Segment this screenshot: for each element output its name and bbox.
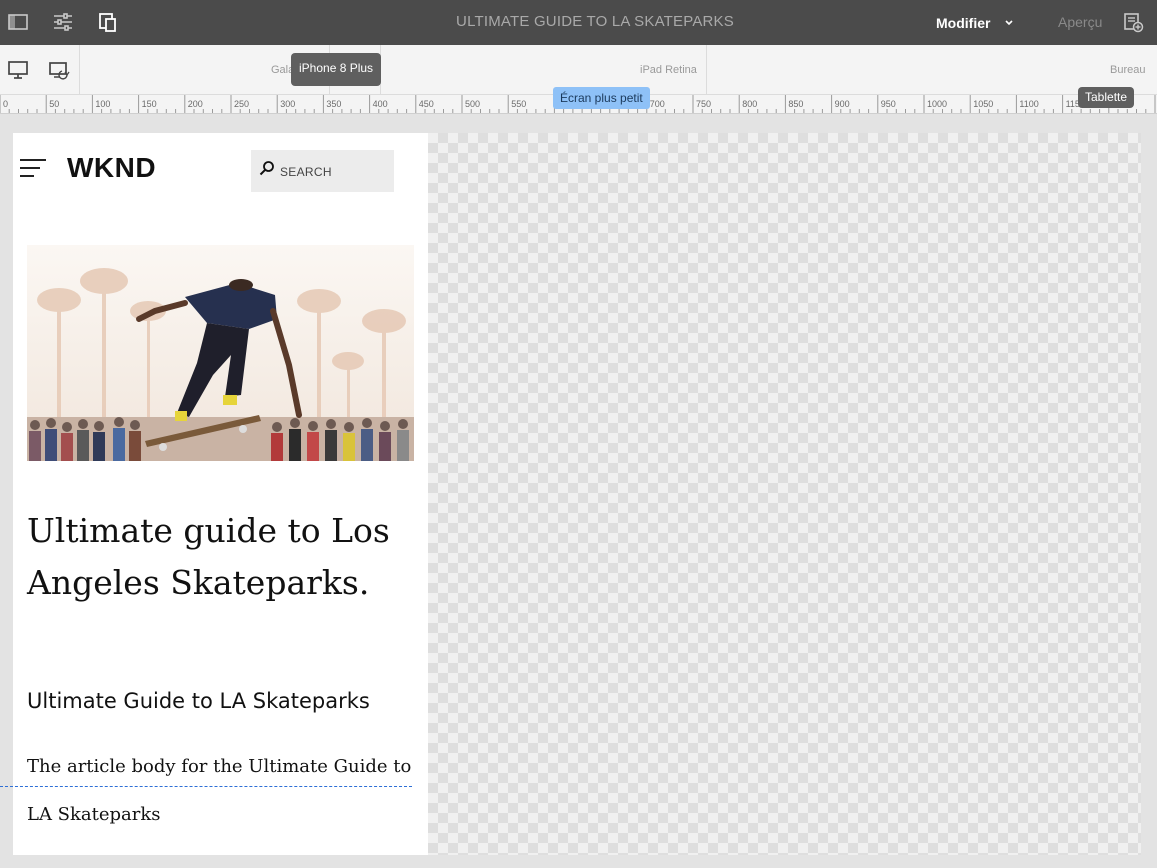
ruler-tick-label: 750 (696, 99, 711, 109)
ruler-tick-label: 50 (49, 99, 59, 109)
preview-button[interactable]: Aperçu (1058, 14, 1102, 30)
breakpoint-tablet-marker[interactable]: Tablette (1078, 87, 1135, 108)
hamburger-menu-icon[interactable] (20, 159, 48, 179)
ruler-tick-label: 0 (3, 99, 8, 109)
ruler-tick-label: 100 (95, 99, 110, 109)
ruler-tick-label: 450 (419, 99, 434, 109)
page-info-icon[interactable] (1122, 11, 1144, 33)
desktop-icon[interactable] (7, 59, 29, 81)
device-ipad-label[interactable]: iPad Retina (640, 64, 697, 76)
ruler-tick-label: 550 (511, 99, 526, 109)
article-title: Ultimate guide to Los Angeles Skateparks… (27, 511, 390, 602)
ruler-tick-label: 850 (788, 99, 803, 109)
mode-label: Modifier (936, 15, 991, 31)
ruler-tick-label: 1050 (973, 99, 993, 109)
component-drop-indicator (0, 786, 412, 787)
search-placeholder: SEARCH (280, 165, 332, 179)
ruler-tick-label: 350 (326, 99, 341, 109)
page-title: ULTIMATE GUIDE TO LA SKATEPARKS (456, 13, 734, 30)
device-rotate-icon[interactable] (48, 59, 70, 81)
ruler-tick-label: 1100 (1019, 99, 1038, 109)
emulated-page: WKND SEARCH Ultimate guide to Los Angele… (13, 133, 428, 855)
ruler-tick-label: 950 (881, 99, 896, 109)
ruler-tick-label: 500 (465, 99, 480, 109)
separator (79, 45, 80, 95)
ruler-tick-label: 300 (280, 99, 295, 109)
breakpoint-small-screen-marker[interactable]: Écran plus petit (553, 87, 650, 109)
mode-selector[interactable]: Modifier (936, 13, 1014, 33)
article-subtitle: Ultimate Guide to LA Skateparks (27, 689, 370, 713)
empty-canvas-area (428, 133, 1141, 855)
search-icon (259, 161, 274, 176)
ruler-tick-label: 200 (188, 99, 203, 109)
ruler-tick-label: 250 (234, 99, 249, 109)
site-logo[interactable]: WKND (67, 152, 156, 184)
properties-sliders-icon[interactable] (52, 11, 74, 33)
emulator-icon[interactable] (97, 11, 119, 33)
separator (706, 45, 707, 95)
ruler-tick-label: 900 (835, 99, 850, 109)
ruler-tick-label: 150 (142, 99, 157, 109)
hero-image (27, 245, 414, 461)
ruler-tick-label: 1000 (927, 99, 947, 109)
ruler-tick-label: 400 (373, 99, 388, 109)
search-input[interactable]: SEARCH (251, 150, 394, 192)
ruler-tick-label: 700 (650, 99, 665, 109)
device-iphone-tooltip[interactable]: iPhone 8 Plus (291, 53, 382, 86)
device-desktop-label[interactable]: Bureau (1110, 64, 1145, 76)
ruler-tick-label: 800 (742, 99, 757, 109)
side-panel-icon[interactable] (7, 11, 29, 33)
article-body: The article body for the Ultimate Guide … (27, 756, 412, 825)
chevron-down-icon (1005, 20, 1014, 26)
top-toolbar: ULTIMATE GUIDE TO LA SKATEPARKS Modifier… (0, 0, 1157, 45)
